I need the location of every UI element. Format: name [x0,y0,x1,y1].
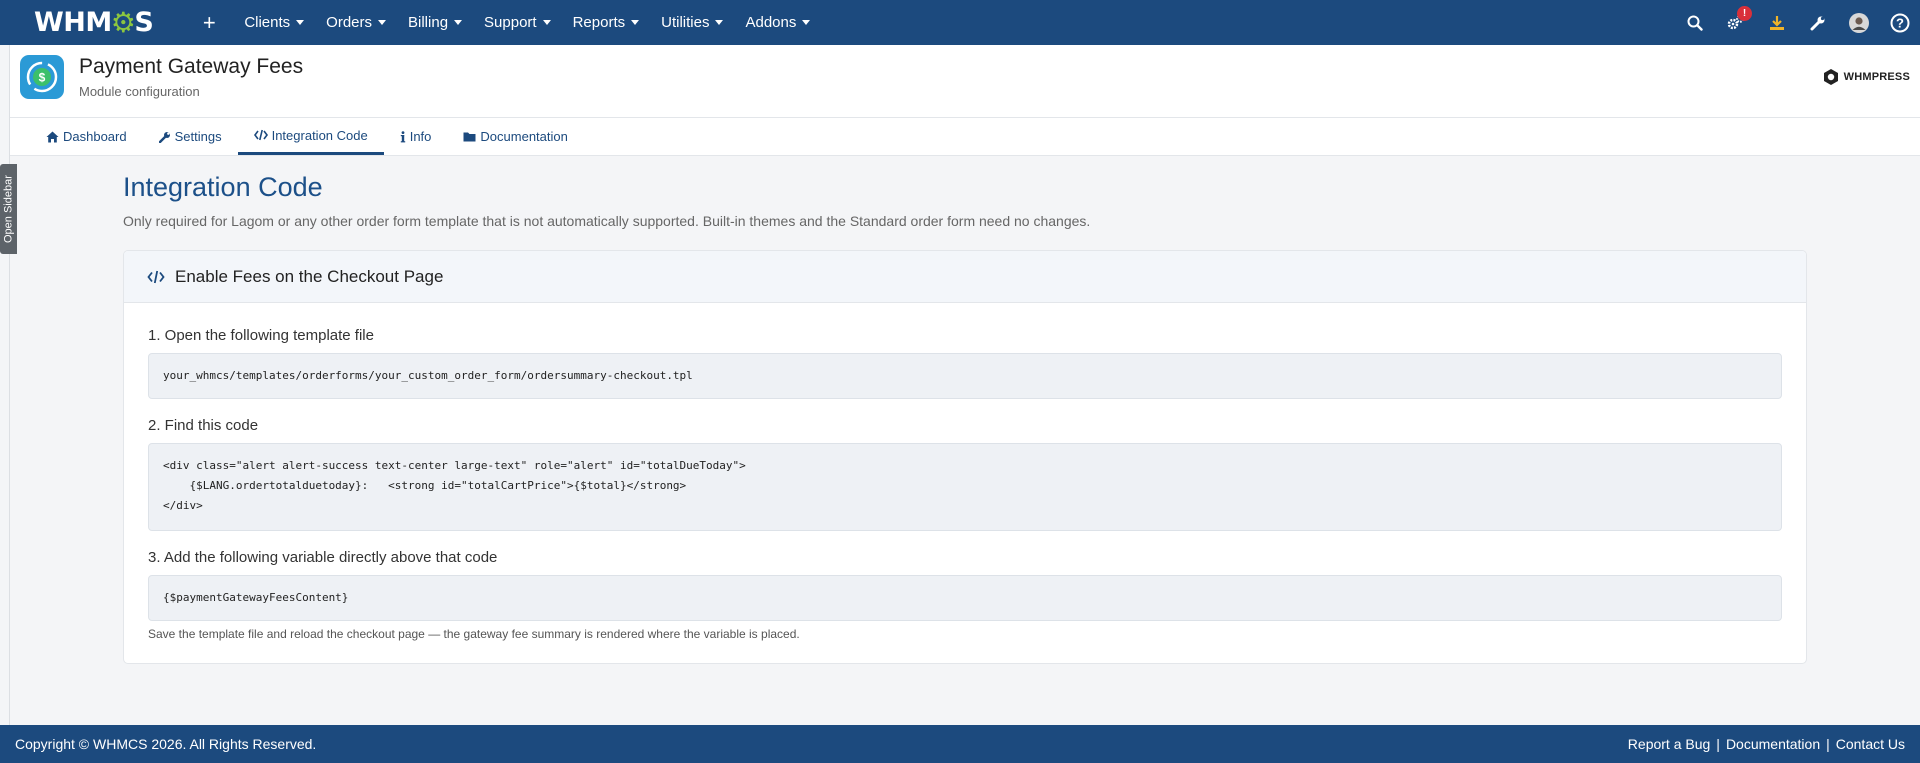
variable-code[interactable]: {$paymentGatewayFeesContent} [148,575,1782,621]
menu-orders-label: Orders [326,14,373,31]
integration-note: Save the template file and reload the ch… [148,627,800,641]
help-icon[interactable]: ? [1879,0,1920,45]
main-content: Integration Code Only required for Lagom… [123,172,1807,664]
template-path-code[interactable]: your_whmcs/templates/orderforms/your_cus… [148,353,1782,399]
menu-addons[interactable]: Addons [734,0,821,45]
menu-reports-label: Reports [572,14,626,31]
module-title: Payment Gateway Fees [79,55,304,78]
brand-label: WHMPRESS [1843,71,1910,83]
avatar[interactable] [1838,0,1879,45]
menu-billing-label: Billing [408,14,449,31]
menu-orders[interactable]: Orders [315,0,397,45]
caret-down-icon [296,20,305,25]
module-logo-icon: $ [20,55,64,99]
home-icon [46,131,59,142]
caret-down-icon [378,20,387,25]
report-bug-link[interactable]: Report a Bug [1628,736,1711,752]
code-icon [147,270,165,283]
top-navbar: WHM ⚙ S + Clients Orders Billing Support R… [0,0,1920,45]
caret-down-icon [715,20,724,25]
find-code-block[interactable]: <div class="alert alert-success text-cen… [148,443,1782,531]
tab-info[interactable]: Info [384,118,448,155]
menu-support[interactable]: Support [473,0,562,45]
card-title: Enable Fees on the Checkout Page [175,266,444,286]
sidebar-strip [0,45,10,725]
module-tabs: Dashboard Settings Integration Code Info… [10,118,1920,156]
menu-utilities-label: Utilities [661,14,710,31]
page-title: Integration Code [123,172,323,202]
search-icon[interactable] [1674,0,1715,45]
menu-support-label: Support [484,14,537,31]
tab-integration-code-label: Integration Code [271,127,368,143]
module-header: $ Payment Gateway Fees Module configurat… [10,45,1920,118]
menu-reports[interactable]: Reports [562,0,651,45]
footer: Copyright © WHMCS 2026. All Rights Reser… [0,725,1920,763]
folder-icon [463,132,476,142]
card-header: Enable Fees on the Checkout Page [124,251,1806,303]
tab-documentation[interactable]: Documentation [447,118,583,155]
open-sidebar-toggle[interactable]: Open Sidebar [0,164,17,254]
step-2-heading: 2. Find this code [148,417,259,434]
caret-down-icon [542,20,551,25]
logo-text-b: S [134,7,154,38]
whmpress-logo-icon [1823,69,1838,85]
info-icon [400,130,405,142]
documentation-link[interactable]: Documentation [1726,736,1820,752]
whmcs-logo[interactable]: WHM ⚙ S [34,0,154,45]
gear-logo-icon: ⚙ [110,5,136,39]
nav-right-icons: ! ? [1674,0,1920,45]
card-body: 1. Open the following template file your… [124,303,1806,663]
step-3-heading: 3. Add the following variable directly a… [148,549,498,566]
menu-utilities[interactable]: Utilities [650,0,734,45]
menu-clients[interactable]: Clients [233,0,315,45]
tab-integration-code[interactable]: Integration Code [237,118,384,155]
caret-down-icon [454,20,463,25]
logo-text-a: WHM [34,7,112,38]
alert-badge: ! [1737,6,1752,21]
module-subtitle: Module configuration [79,84,200,99]
automation-gears-icon[interactable]: ! [1715,0,1756,45]
quick-add-button[interactable]: + [197,0,221,45]
code-icon [253,129,268,141]
main-menu: Clients Orders Billing Support Reports U… [233,0,821,45]
svg-text:?: ? [1896,15,1904,30]
menu-clients-label: Clients [244,14,291,31]
wrench-icon[interactable] [1797,0,1838,45]
footer-separator: | [1716,736,1720,752]
contact-us-link[interactable]: Contact Us [1836,736,1905,752]
tab-dashboard-label: Dashboard [63,128,127,144]
tab-settings[interactable]: Settings [143,118,238,155]
footer-links: Report a Bug | Documentation | Contact Us [1628,736,1905,752]
caret-down-icon [631,20,640,25]
copyright-text: Copyright © WHMCS 2026. All Rights Reser… [15,736,317,752]
integration-card: Enable Fees on the Checkout Page 1. Open… [123,250,1807,664]
svg-text:$: $ [39,71,46,85]
download-icon[interactable] [1756,0,1797,45]
caret-down-icon [802,20,811,25]
page-description: Only required for Lagom or any other ord… [123,213,1091,229]
tab-info-label: Info [409,128,432,144]
tab-dashboard[interactable]: Dashboard [30,118,143,155]
step-1-heading: 1. Open the following template file [148,327,374,344]
tab-documentation-label: Documentation [480,128,568,144]
menu-addons-label: Addons [745,14,797,31]
whmpress-brand[interactable]: WHMPRESS [1822,68,1910,86]
menu-billing[interactable]: Billing [397,0,473,45]
tab-settings-label: Settings [174,128,222,144]
wrench-icon [158,131,170,143]
footer-separator: | [1826,736,1830,752]
